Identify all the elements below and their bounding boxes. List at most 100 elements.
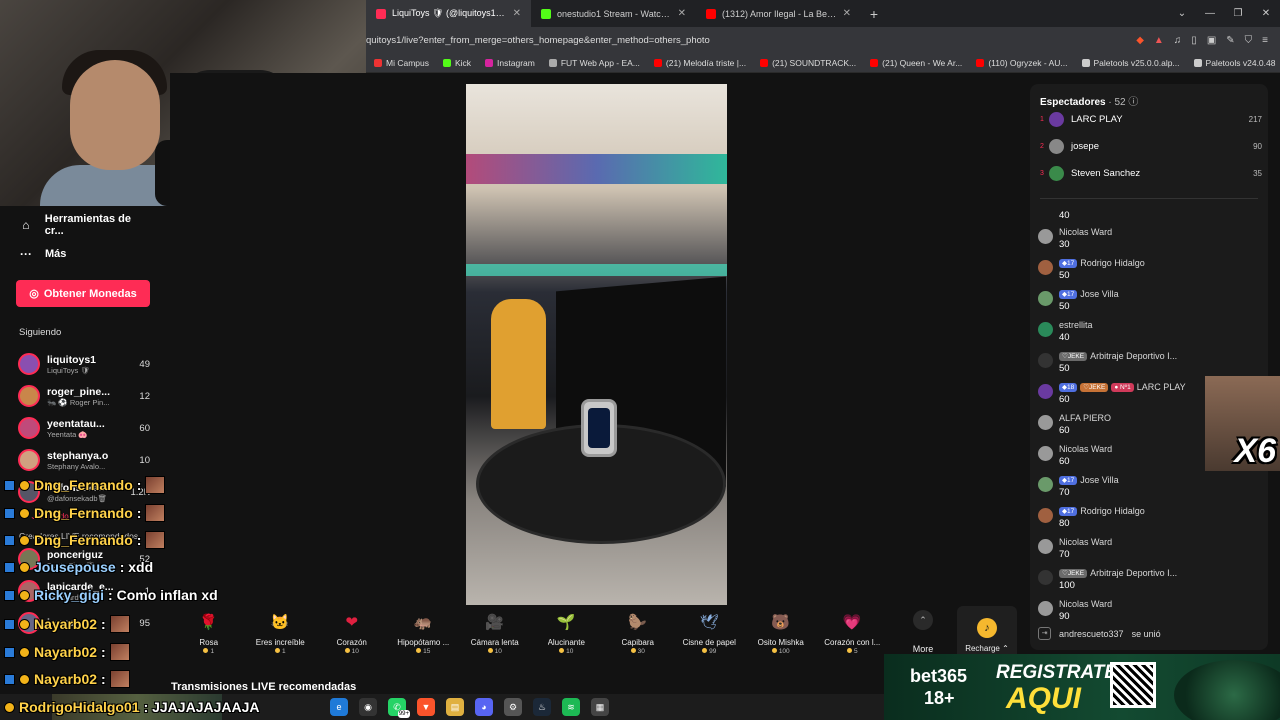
edge-icon[interactable]: e	[330, 698, 348, 716]
avatar[interactable]	[1038, 291, 1053, 306]
gift-7[interactable]: 🕊 Cisne de papel 99	[674, 605, 746, 655]
tab-0[interactable]: LiquiToys 🛡 (@liquitoys1) en ✕	[366, 0, 531, 27]
bookmark-4[interactable]: (21) Melodía triste |...	[653, 58, 746, 68]
avatar[interactable]	[18, 417, 40, 439]
rewards-icon[interactable]: ▲	[1154, 35, 1164, 46]
menu-icon[interactable]: ≡	[1262, 35, 1268, 46]
avatar[interactable]	[1038, 539, 1053, 554]
taskbar-icons: e ◉ ✆ 99+ ▼ ▤ ◕ ⚙ ♨ ≋ ▦	[330, 698, 609, 718]
maximize-icon[interactable]: ❐	[1224, 8, 1252, 19]
vpn-icon[interactable]: ⛉	[1245, 35, 1253, 46]
music-icon[interactable]: ♫	[1174, 35, 1182, 46]
avatar[interactable]	[18, 385, 40, 407]
close-icon[interactable]: ✕	[843, 8, 851, 19]
message-user[interactable]: Jose Villa	[1080, 475, 1118, 485]
brave-shield-icon[interactable]: ◆	[1136, 35, 1144, 46]
avatar[interactable]	[1038, 260, 1053, 275]
message-body: Nicolas Ward 70	[1059, 537, 1263, 560]
avatar[interactable]	[1038, 508, 1053, 523]
discord-icon[interactable]: ◕	[475, 698, 493, 716]
bookmark-7[interactable]: (110) Ogryzek - AU...	[976, 58, 1068, 68]
message-user[interactable]: Arbitraje Deportivo I...	[1090, 351, 1177, 361]
bookmark-1[interactable]: Kick	[442, 58, 471, 68]
gift-4[interactable]: 🎥 Cámara lenta 10	[459, 605, 531, 655]
url-input[interactable]: quitoys1/live?enter_from_merge=others_ho…	[366, 35, 1136, 46]
gift-6[interactable]: 🦫 Capibara 30	[602, 605, 674, 655]
sidebar-icon[interactable]: ▯	[1191, 35, 1197, 46]
gift-8[interactable]: 🐻 Osito Mishka 100	[745, 605, 817, 655]
tab-1[interactable]: onestudio1 Stream - Watch Live on K ✕	[531, 0, 696, 27]
ad-cta-line1: REGISTRATE	[996, 662, 1118, 683]
bookmark-8[interactable]: Paletools v25.0.0.alp...	[1081, 58, 1180, 68]
avatar[interactable]	[1038, 415, 1053, 430]
avatar[interactable]	[1038, 570, 1053, 585]
more-gifts-button[interactable]: ⌃ More	[905, 610, 941, 660]
message-text: 40	[1059, 332, 1070, 343]
following-item-1[interactable]: roger_pine... 🐜 ⚽ Roger Pin... 12	[0, 380, 170, 412]
message-user[interactable]: Arbitraje Deportivo I...	[1090, 568, 1177, 578]
top-viewer-1[interactable]: 2 josepe 90	[1040, 136, 1262, 156]
spotify-icon[interactable]: ≋	[562, 698, 580, 716]
tab-2[interactable]: (1312) Amor Ilegal - La Bella Luz (Vid ✕	[696, 0, 861, 27]
avatar[interactable]	[1038, 229, 1053, 244]
bookmark-0[interactable]: Mi Campus	[374, 58, 429, 68]
following-item-2[interactable]: yeentatau... Yeentata 🐽 60	[0, 412, 170, 444]
top-viewer-2[interactable]: 3 Steven Sanchez 35	[1040, 163, 1262, 183]
minimize-icon[interactable]: —	[1196, 8, 1224, 19]
steam-icon[interactable]: ♨	[533, 698, 551, 716]
bookmark-9[interactable]: Paletools v24.0.48	[1193, 58, 1275, 68]
get-coins-button[interactable]: ◎ Obtener Monedas	[16, 280, 150, 307]
tab-search-icon[interactable]: ⌄	[1168, 8, 1196, 19]
sidebar-item-1[interactable]: ··· Más	[0, 239, 170, 268]
avatar[interactable]	[18, 449, 40, 471]
bookmark-5[interactable]: (21) SOUNDTRACK...	[760, 58, 856, 68]
bookmark-6[interactable]: (21) Queen - We Ar...	[870, 58, 962, 68]
gift-2[interactable]: ❤ Corazón 10	[316, 605, 388, 655]
extensions-icon[interactable]: ✎	[1226, 35, 1234, 46]
avatar[interactable]	[1038, 601, 1053, 616]
following-item-0[interactable]: liquitoys1 LiquiToys 🛡 49	[0, 348, 170, 380]
whatsapp-icon[interactable]: ✆ 99+	[388, 698, 410, 718]
obs-icon[interactable]: ◉	[359, 698, 377, 716]
calculator-icon[interactable]: ▦	[591, 698, 609, 716]
avatar[interactable]	[1038, 384, 1053, 399]
bookmark-2[interactable]: Instagram	[485, 58, 535, 68]
avatar[interactable]	[1038, 477, 1053, 492]
gift-9[interactable]: 💗 Corazón con l... 5	[817, 605, 889, 655]
explorer-icon[interactable]: ▤	[446, 698, 464, 716]
message-user[interactable]: ALFA PIERO	[1059, 413, 1111, 423]
coin-icon: ◎	[29, 288, 39, 300]
info-icon[interactable]: ⓘ	[1128, 97, 1138, 108]
message-user[interactable]: Rodrigo Hidalgo	[1080, 506, 1145, 516]
live-video[interactable]	[466, 84, 727, 605]
window-close-icon[interactable]: ✕	[1252, 8, 1280, 19]
message-user[interactable]: Jose Villa	[1080, 289, 1118, 299]
badge-icon	[19, 534, 30, 546]
message-user[interactable]: LARC PLAY	[1137, 382, 1186, 392]
join-user[interactable]: andrescueto337	[1059, 629, 1124, 639]
wallet-icon[interactable]: ▣	[1207, 35, 1216, 46]
settings-icon[interactable]: ⚙	[504, 698, 522, 716]
message-user[interactable]: Nicolas Ward	[1059, 599, 1112, 609]
sidebar-item-0[interactable]: ⌂ Herramientas de cr...	[0, 210, 170, 239]
avatar[interactable]	[1038, 353, 1053, 368]
avatar[interactable]	[1038, 322, 1053, 337]
new-tab-button[interactable]: +	[861, 0, 887, 27]
brave-icon[interactable]: ▼	[417, 698, 435, 716]
gift-3[interactable]: 🦛 Hipopótamo ... 15	[388, 605, 460, 655]
message-user[interactable]: estrellita	[1059, 320, 1093, 330]
avatar[interactable]	[1038, 446, 1053, 461]
gift-5[interactable]: 🌱 Alucinante 10	[531, 605, 603, 655]
bookmark-3[interactable]: FUT Web App - EA...	[548, 58, 640, 68]
anime-figure	[491, 299, 546, 429]
avatar[interactable]	[18, 353, 40, 375]
close-icon[interactable]: ✕	[678, 8, 686, 19]
close-icon[interactable]: ✕	[513, 8, 521, 19]
message-user[interactable]: Nicolas Ward	[1059, 537, 1112, 547]
message-user[interactable]: Nicolas Ward	[1059, 444, 1112, 454]
message-user[interactable]: Nicolas Ward	[1059, 227, 1112, 237]
message-user[interactable]: Rodrigo Hidalgo	[1080, 258, 1145, 268]
top-viewer-0[interactable]: 1 LARC PLAY 217	[1040, 109, 1262, 129]
address-bar: quitoys1/live?enter_from_merge=others_ho…	[366, 27, 1280, 53]
viewer-count: 60	[139, 422, 150, 434]
